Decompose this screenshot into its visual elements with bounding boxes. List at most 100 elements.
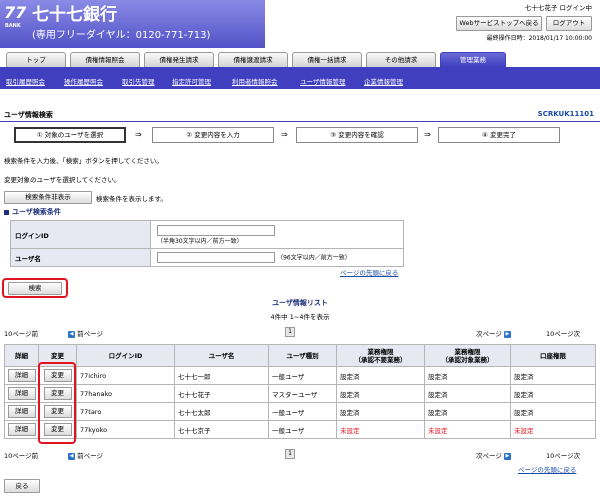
- step-select-user: ① 対象のユーザを選択: [14, 127, 126, 143]
- prev-page-link[interactable]: ◀ 前ページ: [68, 328, 103, 338]
- col-account-perm: 口座権限: [510, 344, 596, 367]
- login-id-label: ログインID: [10, 220, 151, 249]
- page-title: ユーザ情報検索: [4, 111, 53, 119]
- table-header-row: 詳細 変更 ログインID ユーザ名 ユーザ種別 業務権限 （承認不要業務） 業務権…: [4, 344, 596, 367]
- page-title-bar: ユーザ情報検索 SCRKUK11101: [0, 108, 600, 122]
- user-name-cell: （96文字以内／前方一致）: [150, 248, 404, 267]
- search-button[interactable]: 検索: [8, 282, 62, 295]
- login-id-cell: 77ichiro: [76, 366, 175, 385]
- search-conditions-heading: ユーザ検索条件: [4, 207, 61, 217]
- subnav-user-info-inquiry[interactable]: 利用者情報照会: [232, 76, 278, 86]
- account-perm-cell: 未設定: [510, 420, 596, 439]
- hotline-number: (専用フリーダイヤル：0120-771-713): [32, 30, 211, 41]
- next-page-label: 次ページ: [476, 452, 502, 460]
- user-type-cell: マスターユーザ: [268, 384, 337, 403]
- col-user-type: ユーザ種別: [268, 344, 337, 367]
- login-id-cell: 77hanako: [76, 384, 175, 403]
- perm-no-approval-cell: 設定済: [336, 402, 425, 421]
- back-button[interactable]: 戻る: [4, 479, 40, 493]
- prev-arrow-icon: ◀: [68, 330, 75, 338]
- login-id-cell: 77kyoko: [76, 420, 175, 439]
- subnav-company-info[interactable]: 企業情報管理: [364, 76, 403, 86]
- prev-page-label: 前ページ: [77, 330, 103, 338]
- step-confirm-changes: ③ 変更内容を確認: [296, 127, 418, 143]
- search-conditions-title: ユーザ検索条件: [12, 208, 61, 216]
- detail-button[interactable]: 詳細: [7, 387, 36, 400]
- back-to-top-link-bottom[interactable]: ページの先頭に戻る: [518, 464, 576, 474]
- tab-bulk-request[interactable]: 債権一括請求: [292, 52, 362, 67]
- prev-page-link-bottom[interactable]: ◀ 前ページ: [68, 450, 103, 460]
- section-marker-icon: [4, 209, 9, 215]
- subnav-operation-history[interactable]: 操作履歴照会: [64, 76, 103, 86]
- step-arrow-icon: ⇒: [424, 130, 431, 139]
- tab-top[interactable]: トップ: [6, 52, 66, 67]
- detail-cell: 詳細: [4, 366, 39, 385]
- subnav-permission[interactable]: 指定許可管理: [172, 76, 211, 86]
- step-enter-changes: ② 変更内容を入力: [152, 127, 274, 143]
- detail-cell: 詳細: [4, 420, 39, 439]
- user-name-cell: 七十七花子: [174, 384, 269, 403]
- next-10-pages-link-bottom[interactable]: 10ページ次: [546, 450, 580, 460]
- next-arrow-icon: ▶: [503, 330, 511, 338]
- table-row: 詳細 変更 77taro 七十七太郎 一般ユーザ 設定済 設定済 設定済: [4, 402, 596, 421]
- subnav-counterparty[interactable]: 取引先管理: [122, 76, 155, 86]
- search-button-highlight: 検索: [2, 278, 68, 298]
- account-perm-cell: 設定済: [510, 402, 596, 421]
- col-detail: 詳細: [4, 344, 39, 367]
- detail-cell: 詳細: [4, 402, 39, 421]
- tab-claim-inquiry[interactable]: 債権情報照会: [70, 52, 140, 67]
- search-conditions-table: ログインID （半角30文字以内／前方一致） ユーザ名 （96文字以内／前方一致…: [10, 220, 404, 267]
- hide-conditions-hint: 検索条件を表示します。: [96, 195, 167, 203]
- account-perm-cell: 設定済: [510, 384, 596, 403]
- step-arrow-icon: ⇒: [281, 130, 288, 139]
- user-name-cell: 七十七京子: [174, 420, 269, 439]
- detail-button[interactable]: 詳細: [7, 423, 36, 436]
- page-number[interactable]: 1: [285, 327, 295, 337]
- screen-id: SCRKUK11101: [537, 110, 594, 118]
- prev-10-pages-link-bottom[interactable]: 10ページ前: [4, 450, 38, 460]
- hide-conditions-button[interactable]: 検索条件非表示: [4, 191, 92, 204]
- user-type-cell: 一般ユーザ: [268, 366, 337, 385]
- instruction-text: 変更対象のユーザを選択してください。: [4, 176, 121, 184]
- login-id-cell: （半角30文字以内／前方一致）: [150, 220, 404, 249]
- next-page-link[interactable]: 次ページ ▶: [476, 328, 511, 338]
- subnav-transaction-history[interactable]: 取引履歴照会: [6, 76, 45, 86]
- perm-approval-cell: 未設定: [424, 420, 511, 439]
- brand-banner: 77 BANK 七十七銀行 (専用フリーダイヤル：0120-771-713): [0, 0, 265, 48]
- subnav-user-management[interactable]: ユーザ情報管理: [300, 76, 345, 86]
- user-list-table: 詳細 変更 ログインID ユーザ名 ユーザ種別 業務権限 （承認不要業務） 業務権…: [4, 344, 596, 439]
- page-number-bottom[interactable]: 1: [285, 449, 295, 459]
- user-name-input[interactable]: [157, 252, 275, 263]
- tab-claim-transfer[interactable]: 債権譲渡請求: [218, 52, 288, 67]
- user-name-hint: （96文字以内／前方一致）: [277, 254, 351, 262]
- login-id-cell: 77taro: [76, 402, 175, 421]
- change-buttons-highlight: [38, 362, 76, 444]
- logout-button[interactable]: ログアウト: [546, 16, 592, 31]
- perm-no-approval-cell: 未設定: [336, 420, 425, 439]
- next-10-pages-link[interactable]: 10ページ次: [546, 328, 580, 338]
- web-service-top-button[interactable]: Webサービストップへ戻る: [456, 16, 542, 31]
- tab-admin[interactable]: 管理業務: [440, 52, 506, 67]
- perm-no-approval-cell: 設定済: [336, 384, 425, 403]
- detail-button[interactable]: 詳細: [7, 369, 36, 382]
- step-arrow-icon: ⇒: [135, 130, 142, 139]
- tab-claim-issue[interactable]: 債権発生請求: [144, 52, 214, 67]
- back-to-top-link[interactable]: ページの先頭に戻る: [340, 267, 398, 277]
- bank-name: 七十七銀行: [32, 5, 117, 25]
- detail-button[interactable]: 詳細: [7, 405, 36, 418]
- bank-logo-caption: BANK: [5, 23, 21, 29]
- user-type-cell: 一般ユーザ: [268, 420, 337, 439]
- login-id-input[interactable]: [157, 224, 275, 236]
- perm-approval-cell: 設定済: [424, 402, 511, 421]
- prev-arrow-icon: ◀: [68, 452, 75, 460]
- login-id-hint: （半角30文字以内／前方一致）: [157, 237, 243, 245]
- col-user-name: ユーザ名: [174, 344, 269, 367]
- perm-approval-cell: 設定済: [424, 384, 511, 403]
- next-arrow-icon: ▶: [503, 452, 511, 460]
- col-perm-no-approval: 業務権限 （承認不要業務）: [336, 344, 425, 367]
- prev-10-pages-link[interactable]: 10ページ前: [4, 328, 38, 338]
- tab-other-request[interactable]: その他請求: [366, 52, 436, 67]
- user-name-cell: 七十七太郎: [174, 402, 269, 421]
- next-page-link-bottom[interactable]: 次ページ ▶: [476, 450, 511, 460]
- result-count: 4件中 1~4件を表示: [270, 313, 330, 321]
